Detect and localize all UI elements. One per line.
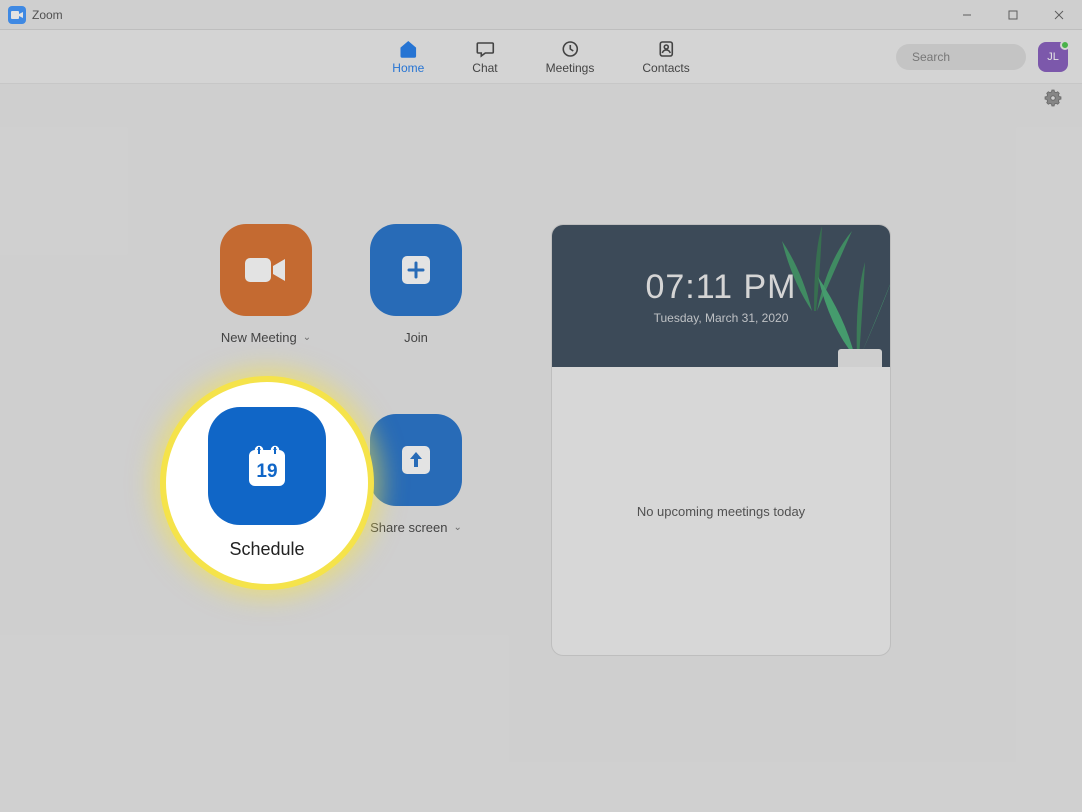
panel-date: Tuesday, March 31, 2020 [654,311,789,325]
main-content: New Meeting ⌄ Join [0,116,1082,656]
action-tiles: New Meeting ⌄ Join [191,224,491,656]
close-button[interactable] [1036,0,1082,30]
title-bar: Zoom [0,0,1082,30]
tab-label: Meetings [546,61,595,75]
empty-meetings-message: No upcoming meetings today [637,504,805,519]
plus-icon [396,250,436,290]
avatar-initials: JL [1047,51,1059,63]
minimize-button[interactable] [944,0,990,30]
user-avatar[interactable]: JL [1038,42,1068,72]
new-meeting-button[interactable] [220,224,312,316]
window-title: Zoom [32,8,63,22]
tab-meetings[interactable]: Meetings [546,39,595,75]
video-camera-icon [243,254,289,286]
chevron-down-icon: ⌄ [453,522,461,533]
search-box[interactable] [896,44,1026,70]
share-screen-button[interactable] [370,414,462,506]
panel-hero: 07:11 PM Tuesday, March 31, 2020 [552,225,890,367]
tab-chat[interactable]: Chat [472,39,497,75]
nav-tabs: Home Chat Meetings Contacts [392,30,689,83]
panel-body: No upcoming meetings today [552,367,890,655]
contacts-icon [656,39,676,59]
home-icon [398,39,418,59]
tab-label: Home [392,61,424,75]
share-up-arrow-icon [396,440,436,480]
svg-text:19: 19 [256,461,277,482]
tab-contacts[interactable]: Contacts [642,39,689,75]
schedule-highlight: 19 Schedule [166,382,368,584]
calendar-panel: 07:11 PM Tuesday, March 31, 2020 No upco… [551,224,891,656]
plant-decoration-icon [810,257,890,367]
tile-label-text: Share screen [370,520,447,535]
tile-new-meeting: New Meeting ⌄ [191,224,341,374]
window-controls [944,0,1082,29]
schedule-label-row: Schedule [229,539,304,560]
share-screen-label-row[interactable]: Share screen ⌄ [370,520,462,535]
tile-label-text: Join [404,330,428,345]
tab-home[interactable]: Home [392,39,424,75]
new-meeting-label-row[interactable]: New Meeting ⌄ [221,330,311,345]
presence-status-dot [1060,40,1070,50]
tab-label: Chat [472,61,497,75]
zoom-app-icon [8,6,26,24]
settings-button[interactable] [1044,89,1062,112]
chat-icon [475,39,495,59]
top-nav-bar: Home Chat Meetings Contacts JL [0,30,1082,84]
subheader [0,84,1082,116]
clock-icon [560,39,580,59]
join-label-row: Join [404,330,428,345]
tile-label-text: New Meeting [221,330,297,345]
join-button[interactable] [370,224,462,316]
schedule-button[interactable]: 19 [208,407,326,525]
tab-label: Contacts [642,61,689,75]
calendar-icon: 19 [239,438,295,494]
tile-join: Join [341,224,491,374]
maximize-button[interactable] [990,0,1036,30]
chevron-down-icon: ⌄ [303,332,311,343]
tile-label-text: Schedule [229,539,304,560]
